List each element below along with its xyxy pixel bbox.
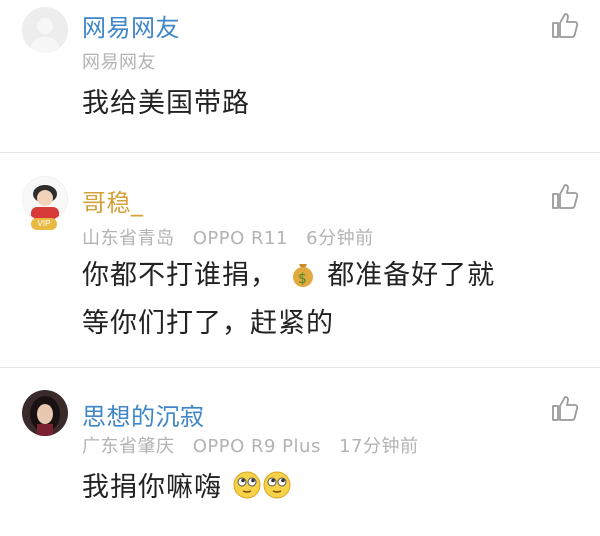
thumbs-up-icon [552, 396, 579, 421]
comment-meta: 网易网友 [82, 48, 168, 74]
comment-meta: 山东省青岛 OPPO R11 6分钟前 [82, 224, 386, 250]
comment-body: 我捐你嘛嗨 [82, 466, 292, 514]
comment-username[interactable]: 网易网友 [82, 8, 180, 43]
meta-time: 6分钟前 [306, 228, 374, 249]
eye-roll-face-emoji [232, 470, 262, 514]
comment-body: 我给美国带路 [82, 82, 250, 126]
meta-device: OPPO R11 [192, 228, 288, 249]
comment-text-segment: 都准备好了就 [327, 260, 496, 291]
meta-location: 广东省肇庆 [82, 436, 175, 457]
comment-meta: 广东省肇庆 OPPO R9 Plus 17分钟前 [82, 432, 430, 458]
avatar[interactable] [22, 176, 68, 222]
comment-username[interactable]: 哥稳_ [82, 183, 144, 218]
user-avatar-image [23, 177, 67, 221]
money-bag-emoji: $ [288, 258, 318, 302]
meta-location: 山东省青岛 [82, 228, 175, 249]
comment-text-line: 你都不打谁捐， $ 都准备好了就 [82, 254, 495, 302]
vip-badge: VIP [31, 218, 57, 230]
default-avatar-icon [22, 7, 68, 53]
meta-device: OPPO R9 Plus [192, 436, 321, 457]
meta-time: 17分钟前 [339, 436, 419, 457]
thumbs-up-icon [552, 13, 579, 38]
comment-item: 思想的沉寂 广东省肇庆 OPPO R9 Plus 17分钟前 我捐你嘛嗨 [0, 368, 600, 536]
comment-text-line: 我给美国带路 [82, 88, 250, 119]
comment-text-line: 我捐你嘛嗨 [82, 466, 292, 514]
avatar[interactable] [22, 390, 68, 436]
comment-item: VIP 哥稳_ 山东省青岛 OPPO R11 6分钟前 你都不打谁捐， $ 都准… [0, 153, 600, 367]
comment-text-line: 等你们打了，赶紧的 [82, 308, 334, 339]
avatar[interactable] [22, 7, 68, 53]
svg-text:$: $ [298, 271, 308, 287]
comment-username[interactable]: 思想的沉寂 [82, 397, 205, 432]
like-button[interactable] [550, 10, 580, 40]
comment-item: 网易网友 网易网友 我给美国带路 [0, 0, 600, 152]
eye-roll-face-emoji [262, 470, 292, 514]
user-avatar-image [22, 390, 68, 436]
like-button[interactable] [550, 181, 580, 211]
comment-text-segment: 我捐你嘛嗨 [82, 472, 222, 503]
comment-body: 你都不打谁捐， $ 都准备好了就 等你们打了，赶紧的 [82, 254, 495, 346]
like-button[interactable] [550, 393, 580, 423]
thumbs-up-icon [552, 184, 579, 209]
comment-text-segment: 你都不打谁捐， [82, 260, 278, 291]
meta-location: 网易网友 [82, 52, 156, 73]
